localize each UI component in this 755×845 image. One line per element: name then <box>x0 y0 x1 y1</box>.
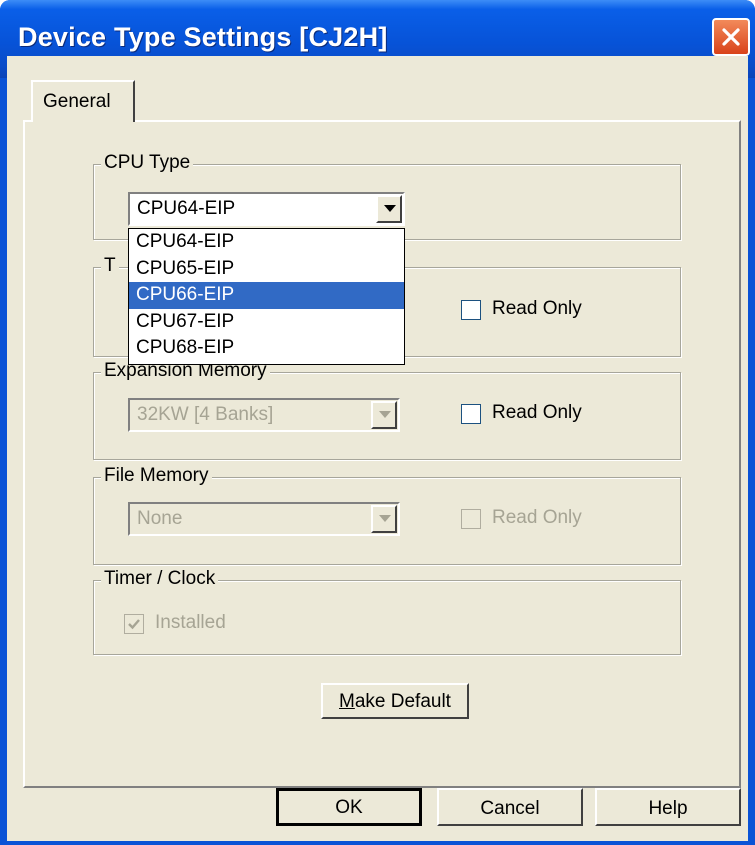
expansion-memory-value: 32KW [4 Banks] <box>137 404 274 425</box>
dropdown-option[interactable]: CPU68-EIP <box>129 335 404 362</box>
help-button-label: Help <box>648 798 688 819</box>
read-only-checkbox-2-label: Read Only <box>492 402 582 423</box>
make-default-mnemonic: M <box>339 691 355 712</box>
cancel-button[interactable]: Cancel <box>437 788 583 826</box>
dropdown-option[interactable]: CPU65-EIP <box>129 256 404 283</box>
chevron-down-icon <box>379 411 391 418</box>
cpu-type-dropdown-list: CPU64-EIP CPU65-EIP CPU66-EIP CPU67-EIP … <box>128 228 405 365</box>
cpu-type-dropdown-button[interactable] <box>376 195 402 223</box>
cpu-type-select[interactable]: CPU64-EIP <box>128 192 405 226</box>
cpu-type-value: CPU64-EIP <box>137 198 236 219</box>
tab-general-label: General <box>43 91 111 112</box>
tab-general[interactable]: General <box>31 80 135 122</box>
read-only-checkbox-2-box[interactable] <box>461 404 481 424</box>
installed-checkbox-label: Installed <box>155 612 226 633</box>
make-default-label: ake Default <box>354 691 451 712</box>
installed-checkbox-box[interactable] <box>124 614 144 634</box>
read-only-checkbox-3-box[interactable] <box>461 509 481 529</box>
file-memory-select[interactable]: None <box>128 502 400 536</box>
cancel-button-label: Cancel <box>480 798 540 819</box>
expansion-memory-select[interactable]: 32KW [4 Banks] <box>128 398 400 432</box>
close-icon <box>722 28 740 46</box>
partially-hidden-group-label: T <box>101 255 119 277</box>
file-memory-value: None <box>137 508 183 529</box>
dropdown-option-highlighted[interactable]: CPU66-EIP <box>129 282 404 309</box>
chevron-down-icon <box>379 515 391 522</box>
read-only-checkbox-1-label: Read Only <box>492 298 582 319</box>
read-only-checkbox-1-box[interactable] <box>461 300 481 320</box>
check-icon <box>128 619 140 630</box>
make-default-button[interactable]: Make Default <box>321 683 469 719</box>
dialog-window: Device Type Settings [CJ2H] General CPU … <box>0 0 755 845</box>
dropdown-option[interactable]: CPU64-EIP <box>129 229 404 256</box>
ok-button-label: OK <box>335 797 363 818</box>
close-button[interactable] <box>712 18 750 56</box>
read-only-checkbox-3-label: Read Only <box>492 507 582 528</box>
ok-button[interactable]: OK <box>276 788 422 826</box>
help-button[interactable]: Help <box>595 788 741 826</box>
window-title: Device Type Settings [CJ2H] <box>18 22 388 52</box>
file-memory-dropdown-button[interactable] <box>371 505 397 533</box>
chevron-down-icon <box>384 205 396 212</box>
file-memory-group-label: File Memory <box>101 465 212 487</box>
cpu-type-group-label: CPU Type <box>101 152 194 174</box>
expansion-memory-dropdown-button[interactable] <box>371 401 397 429</box>
dialog-client-area: General CPU Type CPU64-EIP T Read Only E… <box>7 56 748 841</box>
dropdown-option[interactable]: CPU67-EIP <box>129 309 404 336</box>
timer-clock-group-label: Timer / Clock <box>101 568 219 590</box>
